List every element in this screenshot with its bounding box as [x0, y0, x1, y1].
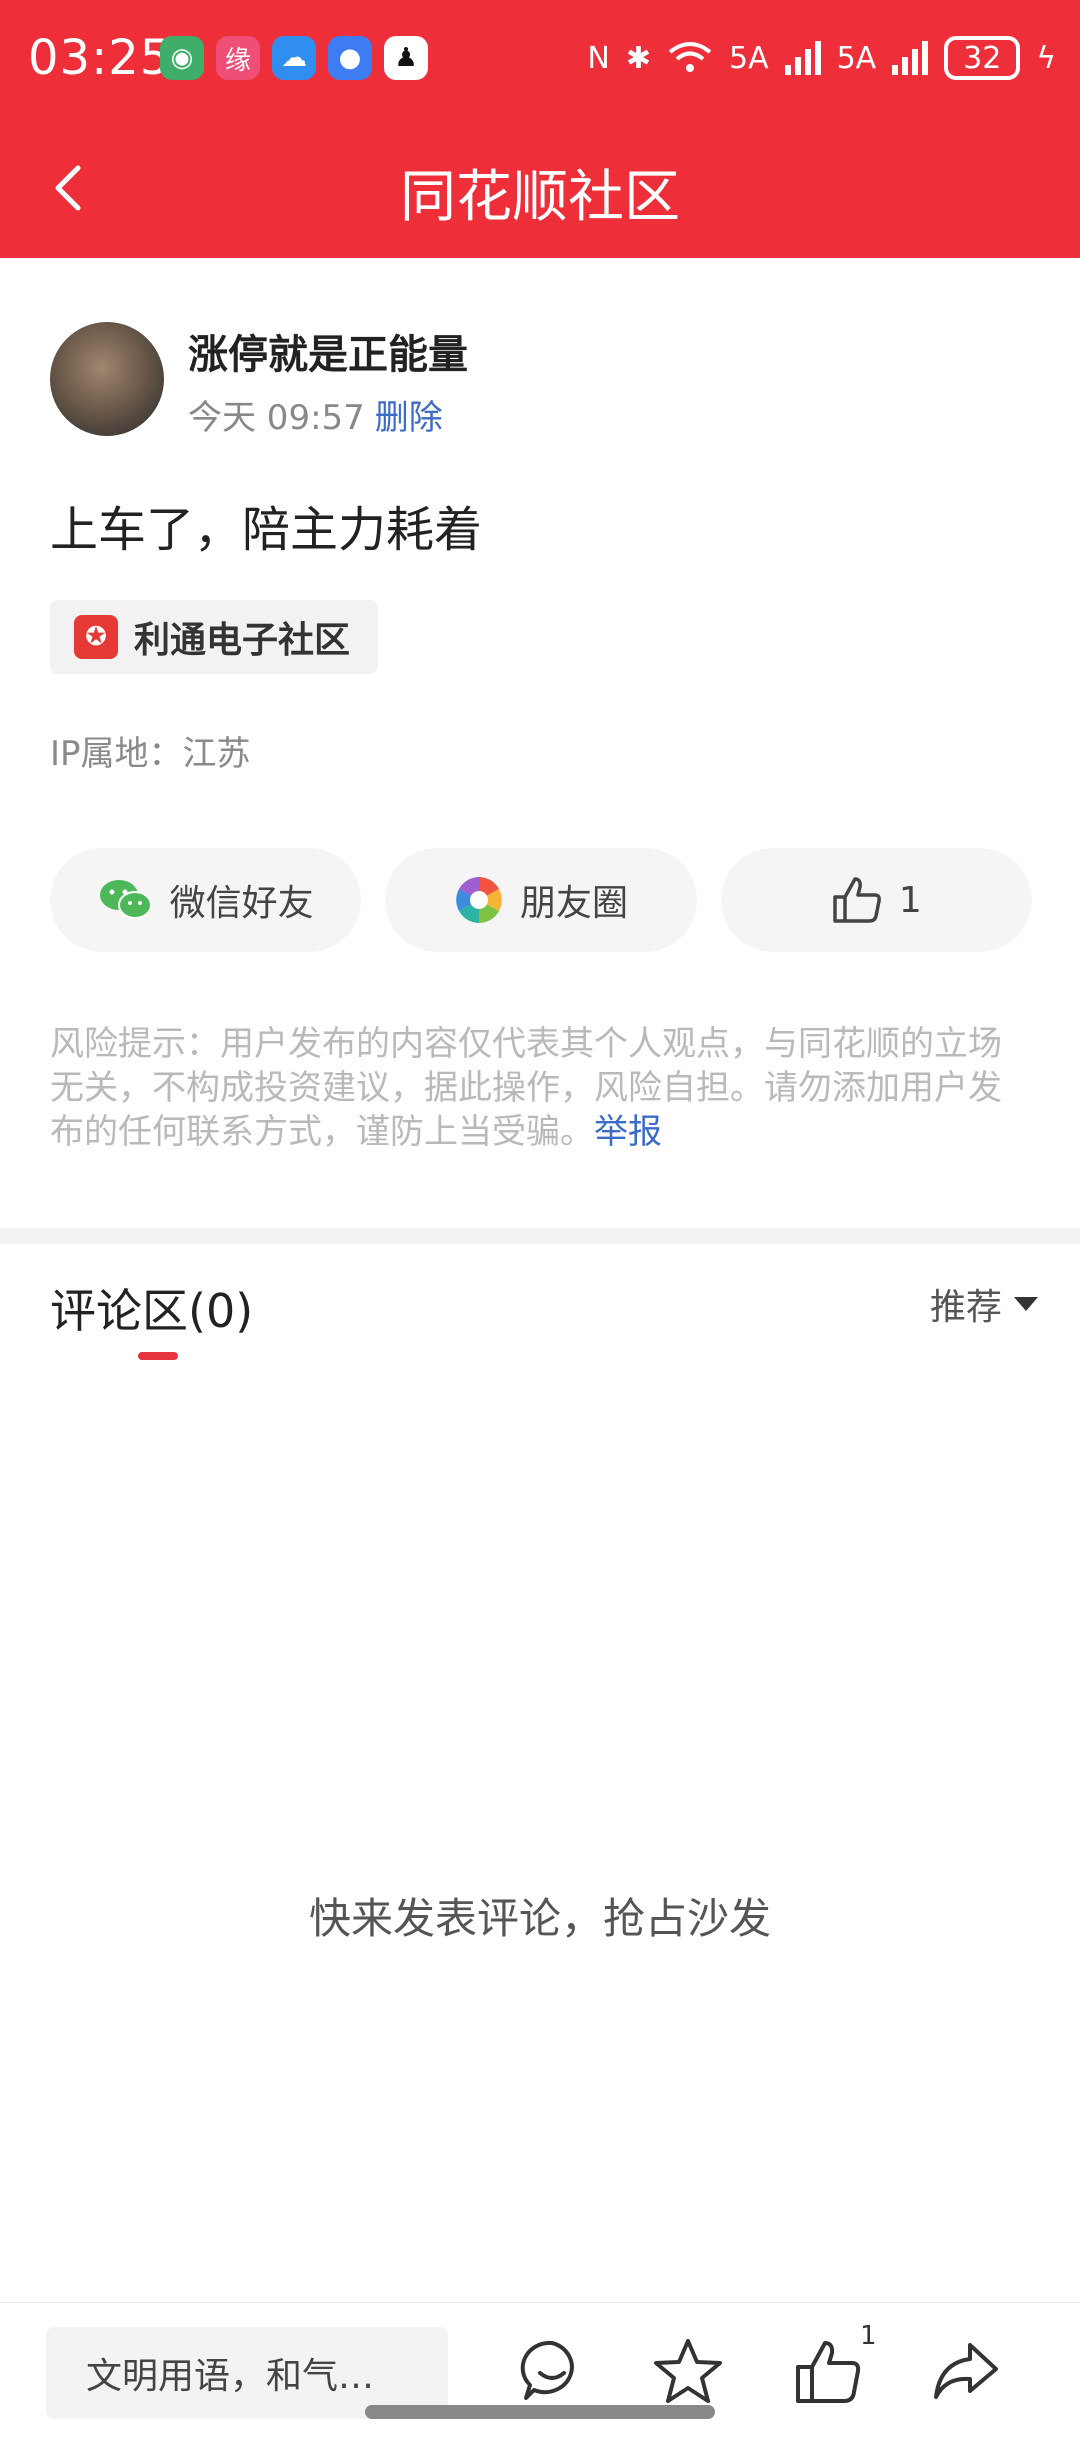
post-username[interactable]: 涨停就是正能量	[188, 322, 468, 380]
bottom-action-bar: 文明用语，和气… 1	[0, 2302, 1080, 2440]
status-app-icons: ◉ 缘 ☁ ● ♟	[160, 36, 428, 80]
community-badge-icon: ✪	[74, 615, 118, 659]
post-content: 上车了，陪主力耗着	[50, 502, 483, 558]
section-divider	[0, 1228, 1080, 1244]
caret-down-icon	[1014, 1297, 1038, 1311]
share-row: 微信好友 朋友圈 1	[50, 848, 1032, 952]
share-moments-label: 朋友圈	[519, 883, 628, 924]
post-meta: 今天 09:57 删除	[188, 390, 443, 439]
like-badge: 1	[860, 2321, 877, 2351]
qq-app-icon: ♟	[384, 36, 428, 80]
shopping-app-icon: 缘	[216, 36, 260, 80]
status-time: 03:25	[28, 30, 172, 86]
delete-link[interactable]: 删除	[375, 398, 443, 438]
signal-2-icon	[892, 41, 929, 75]
signal-2-label: 5A	[836, 40, 877, 76]
star-icon[interactable]	[652, 2335, 724, 2407]
like-count: 1	[898, 879, 922, 921]
bluetooth-icon: ✱	[625, 40, 651, 76]
community-tag-label: 利通电子社区	[134, 620, 351, 661]
share-icon[interactable]	[930, 2335, 1002, 2407]
thumbs-up-icon	[833, 877, 881, 923]
sort-label: 推荐	[929, 1287, 1002, 1328]
moments-icon	[456, 877, 502, 923]
comment-tab-indicator	[138, 1352, 178, 1360]
signal-1-label: 5A	[728, 40, 769, 76]
comment-icon[interactable]	[516, 2335, 588, 2407]
signal-1-icon	[784, 41, 821, 75]
status-indicators: N ✱ 5A 5A 32 ϟ	[587, 36, 1056, 80]
empty-comments-message: 快来发表评论，抢占沙发	[308, 1894, 771, 1943]
share-moments-button[interactable]: 朋友圈	[385, 848, 697, 952]
risk-text: 风险提示：用户发布的内容仅代表其个人观点，与同花顺的立场无关，不构成投资建议，据…	[50, 1024, 1002, 1152]
charging-icon: ϟ	[1036, 40, 1056, 76]
page-title: 同花顺社区	[400, 165, 680, 230]
wifi-icon	[668, 42, 712, 72]
community-tag[interactable]: ✪ 利通电子社区	[50, 600, 379, 674]
user-avatar[interactable]	[50, 322, 164, 436]
share-wechat-label: 微信好友	[169, 883, 314, 924]
post-time: 今天 09:57	[188, 398, 365, 438]
app-root: 03:25 ◉ 缘 ☁ ● ♟ N ✱ 5A 5A 32 ϟ 同花顺社区 涨停就…	[0, 0, 1080, 2440]
cloud-app-icon: ☁	[272, 36, 316, 80]
sort-dropdown[interactable]: 推荐	[930, 1278, 1038, 1330]
home-indicator[interactable]	[365, 2405, 715, 2419]
ip-location: IP属地：江苏	[50, 734, 251, 774]
message-app-icon: ●	[328, 36, 372, 80]
battery-indicator: 32	[944, 36, 1021, 80]
report-link[interactable]: 举报	[594, 1112, 662, 1152]
nav-bar: 同花顺社区	[0, 120, 1080, 258]
risk-notice: 风险提示：用户发布的内容仅代表其个人观点，与同花顺的立场无关，不构成投资建议，据…	[50, 1022, 1032, 1154]
bank-app-icon: ◉	[160, 36, 204, 80]
share-wechat-button[interactable]: 微信好友	[50, 848, 362, 952]
comment-section-title: 评论区(0)	[50, 1284, 254, 1338]
top-bar: 03:25 ◉ 缘 ☁ ● ♟ N ✱ 5A 5A 32 ϟ 同花顺社区	[0, 0, 1080, 258]
status-bar: 03:25 ◉ 缘 ☁ ● ♟ N ✱ 5A 5A 32 ϟ	[0, 0, 1080, 120]
like-button[interactable]: 1	[720, 848, 1032, 952]
nfc-icon: N	[587, 40, 610, 76]
wechat-icon	[99, 880, 152, 919]
like-icon[interactable]	[792, 2335, 864, 2407]
